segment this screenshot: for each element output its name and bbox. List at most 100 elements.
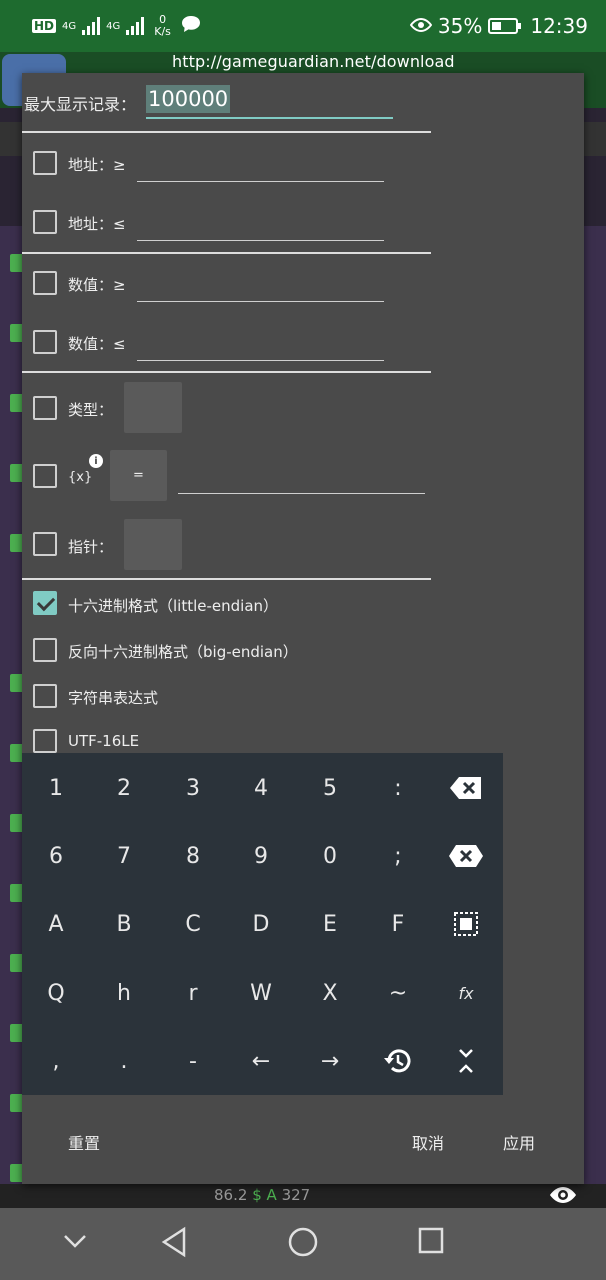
expression-row: {x} i =: [22, 450, 584, 501]
hex-le-label: 十六进制格式（little-endian）: [68, 597, 279, 615]
key-semicolon[interactable]: ;: [364, 822, 432, 890]
key-colon[interactable]: :: [364, 754, 432, 822]
value-max-label: 数值：≤: [68, 335, 126, 353]
hex-be-label: 反向十六进制格式（big-endian）: [68, 643, 298, 661]
arrow-right-key[interactable]: →: [296, 1027, 364, 1095]
expression-label: {x}: [68, 470, 93, 485]
key-x[interactable]: X: [296, 959, 364, 1027]
type-selector-button[interactable]: [124, 382, 182, 433]
divider: [22, 131, 431, 133]
key-minus[interactable]: -: [159, 1027, 227, 1095]
value-min-label: 数值：≥: [68, 276, 126, 294]
key-8[interactable]: 8: [159, 822, 227, 890]
string-expr-checkbox[interactable]: [33, 684, 57, 708]
key-comma[interactable]: ,: [22, 1027, 90, 1095]
recents-icon[interactable]: [417, 1226, 445, 1260]
key-e[interactable]: E: [296, 890, 364, 958]
key-dot[interactable]: .: [90, 1027, 158, 1095]
type-row: 类型：: [22, 381, 584, 433]
history-icon[interactable]: [364, 1027, 432, 1095]
network-type-1: 4G: [62, 20, 77, 32]
hd-badge: HD: [32, 19, 57, 33]
function-key[interactable]: fx: [432, 959, 500, 1027]
info-icon[interactable]: i: [89, 454, 103, 468]
clear-icon[interactable]: [432, 822, 500, 890]
address-min-row: 地址：≥: [22, 138, 584, 188]
stat-dollar: $: [252, 1186, 262, 1204]
key-1[interactable]: 1: [22, 754, 90, 822]
apply-button[interactable]: 应用: [503, 1130, 535, 1154]
expression-checkbox[interactable]: [33, 464, 57, 488]
key-q[interactable]: Q: [22, 959, 90, 1027]
key-6[interactable]: 6: [22, 822, 90, 890]
key-a[interactable]: A: [22, 890, 90, 958]
arrow-left-key[interactable]: ←: [227, 1027, 295, 1095]
battery-icon: [488, 18, 522, 34]
key-5[interactable]: 5: [296, 754, 364, 822]
key-3[interactable]: 3: [159, 754, 227, 822]
key-tilde[interactable]: ~: [364, 959, 432, 1027]
hex-le-checkbox[interactable]: [33, 591, 57, 615]
key-f[interactable]: F: [364, 890, 432, 958]
key-d[interactable]: D: [227, 890, 295, 958]
address-min-input[interactable]: [137, 181, 384, 182]
key-c[interactable]: C: [159, 890, 227, 958]
eye-icon[interactable]: [548, 1182, 578, 1208]
back-icon[interactable]: [160, 1226, 188, 1262]
pointer-selector-button[interactable]: [124, 519, 182, 570]
battery-percent: 35%: [437, 14, 483, 38]
key-0[interactable]: 0: [296, 822, 364, 890]
value-max-row: 数值：≤: [22, 317, 584, 367]
signal-icon: [82, 17, 101, 35]
type-checkbox[interactable]: [33, 396, 57, 420]
status-bar: HD 4G 4G 0 K/s 35% 12:39: [0, 0, 606, 52]
search-filter-dialog: 最大显示记录： 100000 地址：≥ 地址：≤ 数值：≥ 数值：≤ 类型： {…: [22, 73, 584, 1184]
value-max-checkbox[interactable]: [33, 330, 57, 354]
address-max-label: 地址：≤: [68, 215, 126, 233]
backspace-icon[interactable]: [432, 754, 500, 822]
pointer-row: 指针：: [22, 519, 584, 570]
key-w[interactable]: W: [227, 959, 295, 1027]
string-expr-row[interactable]: 字符串表达式: [22, 672, 584, 722]
key-9[interactable]: 9: [227, 822, 295, 890]
system-navigation-bar: [0, 1208, 606, 1280]
expression-input[interactable]: [178, 493, 425, 494]
address-min-checkbox[interactable]: [33, 151, 57, 175]
hex-le-row[interactable]: 十六进制格式（little-endian）: [22, 579, 584, 629]
key-h[interactable]: h: [90, 959, 158, 1027]
reset-button[interactable]: 重置: [68, 1130, 100, 1154]
net-speed: 0 K/s: [154, 14, 171, 38]
chevron-down-icon[interactable]: [62, 1232, 88, 1254]
divider: [22, 371, 431, 373]
max-records-input[interactable]: 100000: [146, 85, 393, 119]
stats-text: 86.2 $ A 327: [214, 1186, 310, 1204]
stat-value: 86.2: [214, 1186, 248, 1204]
address-min-label: 地址：≥: [68, 156, 126, 174]
collapse-keyboard-icon[interactable]: [432, 1027, 500, 1095]
hex-keypad: 1 2 3 4 5 : 6 7 8 9 0 ; A B C D E F Q h …: [22, 753, 503, 1095]
value-max-input[interactable]: [137, 360, 384, 361]
key-4[interactable]: 4: [227, 754, 295, 822]
value-min-input[interactable]: [137, 301, 384, 302]
hex-be-checkbox[interactable]: [33, 638, 57, 662]
pointer-checkbox[interactable]: [33, 532, 57, 556]
hex-be-row[interactable]: 反向十六进制格式（big-endian）: [22, 626, 584, 676]
address-max-checkbox[interactable]: [33, 210, 57, 234]
value-min-checkbox[interactable]: [33, 271, 57, 295]
key-r[interactable]: r: [159, 959, 227, 1027]
select-all-icon[interactable]: [432, 890, 500, 958]
cancel-button[interactable]: 取消: [412, 1130, 444, 1154]
max-records-label: 最大显示记录：: [24, 95, 137, 114]
value-min-row: 数值：≥: [22, 258, 584, 308]
clock: 12:39: [530, 14, 588, 38]
address-max-input[interactable]: [137, 240, 384, 241]
key-2[interactable]: 2: [90, 754, 158, 822]
signal-icon-2: [126, 17, 145, 35]
string-expr-label: 字符串表达式: [68, 689, 159, 707]
utf16-label: UTF-16LE: [68, 732, 140, 750]
home-icon[interactable]: [287, 1226, 319, 1262]
utf16-checkbox[interactable]: [33, 729, 57, 753]
key-7[interactable]: 7: [90, 822, 158, 890]
key-b[interactable]: B: [90, 890, 158, 958]
operator-button[interactable]: =: [110, 450, 167, 501]
